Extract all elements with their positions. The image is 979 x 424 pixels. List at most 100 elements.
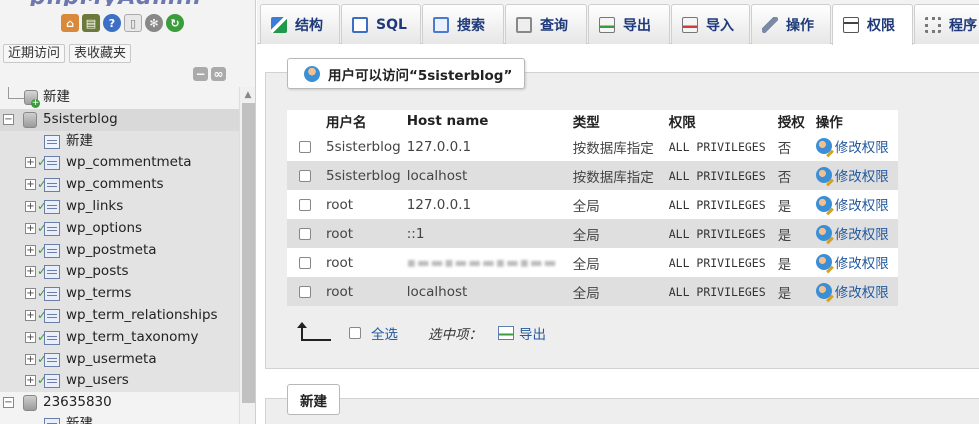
cell-user: root: [323, 190, 404, 219]
tree-table-item[interactable]: + ✓ wp_users: [0, 370, 239, 393]
edit-privileges-button[interactable]: 修改权限: [815, 223, 889, 243]
expand-icon[interactable]: +: [25, 200, 36, 212]
tree-line: [8, 98, 24, 99]
expand-icon[interactable]: +: [25, 179, 36, 191]
new-user-legend[interactable]: 新建: [287, 384, 340, 415]
edit-privileges-button[interactable]: 修改权限: [815, 165, 889, 185]
tab-import[interactable]: 导入: [671, 4, 750, 44]
home-icon[interactable]: ⌂: [61, 14, 79, 32]
tree-db-23635830[interactable]: − 23635830: [0, 392, 239, 414]
row-checkbox[interactable]: [299, 285, 311, 298]
expand-icon[interactable]: +: [25, 157, 36, 169]
tab-sql[interactable]: SQL: [341, 4, 421, 44]
table-icon[interactable]: [44, 308, 60, 323]
export-icon: [599, 16, 615, 33]
tab-label: 权限: [867, 18, 895, 34]
row-checkbox[interactable]: [299, 198, 311, 211]
select-all-label[interactable]: 全选: [371, 323, 398, 343]
tab-query[interactable]: 查询: [505, 4, 587, 44]
expand-icon[interactable]: +: [25, 353, 36, 365]
expand-icon[interactable]: +: [25, 375, 36, 387]
tab-structure[interactable]: 结构: [260, 4, 340, 44]
cell-checkbox: [287, 248, 323, 277]
cell-type: 按数据库指定: [569, 132, 666, 161]
cell-host: 127.0.0.1: [403, 190, 570, 219]
collapse-icon[interactable]: −: [3, 113, 14, 125]
expand-icon[interactable]: +: [25, 266, 36, 278]
tree-table-item[interactable]: + ✓ wp_term_taxonomy: [0, 326, 239, 349]
tree-table-item[interactable]: + ✓ wp_usermeta: [0, 348, 239, 371]
tree-table-item[interactable]: + ✓ wp_options: [0, 217, 239, 240]
expand-icon[interactable]: +: [25, 222, 36, 234]
collapse-icon[interactable]: −: [3, 397, 14, 409]
cell-privileges: ALL PRIVILEGES: [665, 219, 775, 248]
tree-table-item[interactable]: + ✓ wp_postmeta: [0, 239, 239, 262]
cell-grant: 是: [774, 277, 813, 306]
tree-table-item[interactable]: + ✓ wp_links: [0, 195, 239, 218]
sidebar-scrollbar[interactable]: ▲: [239, 87, 255, 424]
export-selected-button[interactable]: 导出: [498, 323, 546, 343]
row-checkbox[interactable]: [299, 227, 311, 240]
tree-table-item[interactable]: + ✓ wp_term_relationships: [0, 304, 239, 327]
privileges-table: 用户名 Host name 类型 权限 授权 操作 5sisterblog 127…: [287, 110, 898, 306]
edit-privileges-button[interactable]: 修改权限: [815, 252, 889, 272]
link-with-main-icon[interactable]: ∞: [211, 67, 226, 81]
scroll-up-icon[interactable]: ▲: [240, 87, 255, 103]
tree-table-item[interactable]: + ✓ wp_commentmeta: [0, 152, 239, 175]
tree-table-item[interactable]: + ✓ wp_posts: [0, 261, 239, 284]
tree-controls: − ∞: [193, 67, 226, 81]
row-checkbox[interactable]: [299, 169, 311, 182]
recent-tab[interactable]: 近期访问: [3, 44, 66, 63]
collapse-all-icon[interactable]: −: [193, 67, 208, 81]
tab-wrench[interactable]: 操作: [751, 4, 831, 44]
tree-table-item[interactable]: + ✓ wp_terms: [0, 283, 239, 305]
table-icon[interactable]: [44, 221, 60, 236]
expand-icon[interactable]: +: [25, 288, 36, 300]
settings-icon[interactable]: ✻: [145, 14, 163, 32]
tree-new-database[interactable]: 新建: [0, 87, 239, 109]
edit-privileges-button[interactable]: 修改权限: [815, 194, 889, 214]
expand-icon[interactable]: +: [25, 244, 36, 256]
table-icon[interactable]: [44, 199, 60, 214]
database-icon: [23, 395, 37, 412]
cell-action: 修改权限: [812, 219, 898, 248]
table-icon[interactable]: [44, 178, 60, 193]
edit-privileges-button[interactable]: 修改权限: [815, 281, 889, 301]
header-grant: 授权: [774, 110, 813, 133]
table-icon[interactable]: [44, 156, 60, 171]
cell-privileges: ALL PRIVILEGES: [665, 190, 775, 219]
tree-table-item[interactable]: + ✓ wp_comments: [0, 174, 239, 196]
edit-user-icon: [815, 166, 832, 183]
table-icon[interactable]: [44, 243, 60, 258]
expand-icon[interactable]: +: [25, 331, 36, 343]
table-icon[interactable]: [44, 374, 60, 389]
select-all-checkbox[interactable]: [349, 327, 361, 339]
phpmyadmin-logo[interactable]: phpMyAdmin: [30, 0, 220, 6]
arrow-up-icon: [297, 322, 331, 344]
table-icon[interactable]: [44, 352, 60, 367]
favorites-tab[interactable]: 表收藏夹: [69, 44, 132, 63]
scroll-thumb[interactable]: [242, 103, 255, 403]
edit-privileges-button[interactable]: 修改权限: [815, 136, 889, 156]
help-icon[interactable]: ?: [103, 14, 121, 32]
table-icon[interactable]: [44, 265, 60, 280]
docs-icon[interactable]: ▯: [124, 14, 142, 32]
tab-search[interactable]: 搜索: [422, 4, 504, 44]
tab-privileges[interactable]: 权限: [832, 4, 913, 45]
tab-label: 查询: [540, 17, 568, 34]
expand-icon[interactable]: +: [25, 309, 36, 321]
row-checkbox[interactable]: [299, 140, 311, 153]
reload-icon[interactable]: ↻: [166, 14, 184, 32]
tab-export[interactable]: 导出: [588, 4, 670, 44]
new-table-icon: [44, 134, 60, 149]
tree-new-table[interactable]: 新建: [0, 414, 239, 424]
tree-db-5sisterblog[interactable]: − 5sisterblog: [0, 108, 239, 131]
tree-new-table[interactable]: 新建: [0, 130, 239, 153]
redacted-host: ▪▬▬▪▬▬▬▪▬▪▬▬: [406, 254, 558, 271]
tree-label: 23635830: [43, 394, 112, 411]
row-checkbox[interactable]: [299, 256, 311, 269]
table-icon[interactable]: [44, 287, 60, 302]
database-icon[interactable]: ▤: [82, 14, 100, 32]
table-icon[interactable]: [44, 330, 60, 345]
tab-routines[interactable]: 程序: [914, 4, 979, 44]
